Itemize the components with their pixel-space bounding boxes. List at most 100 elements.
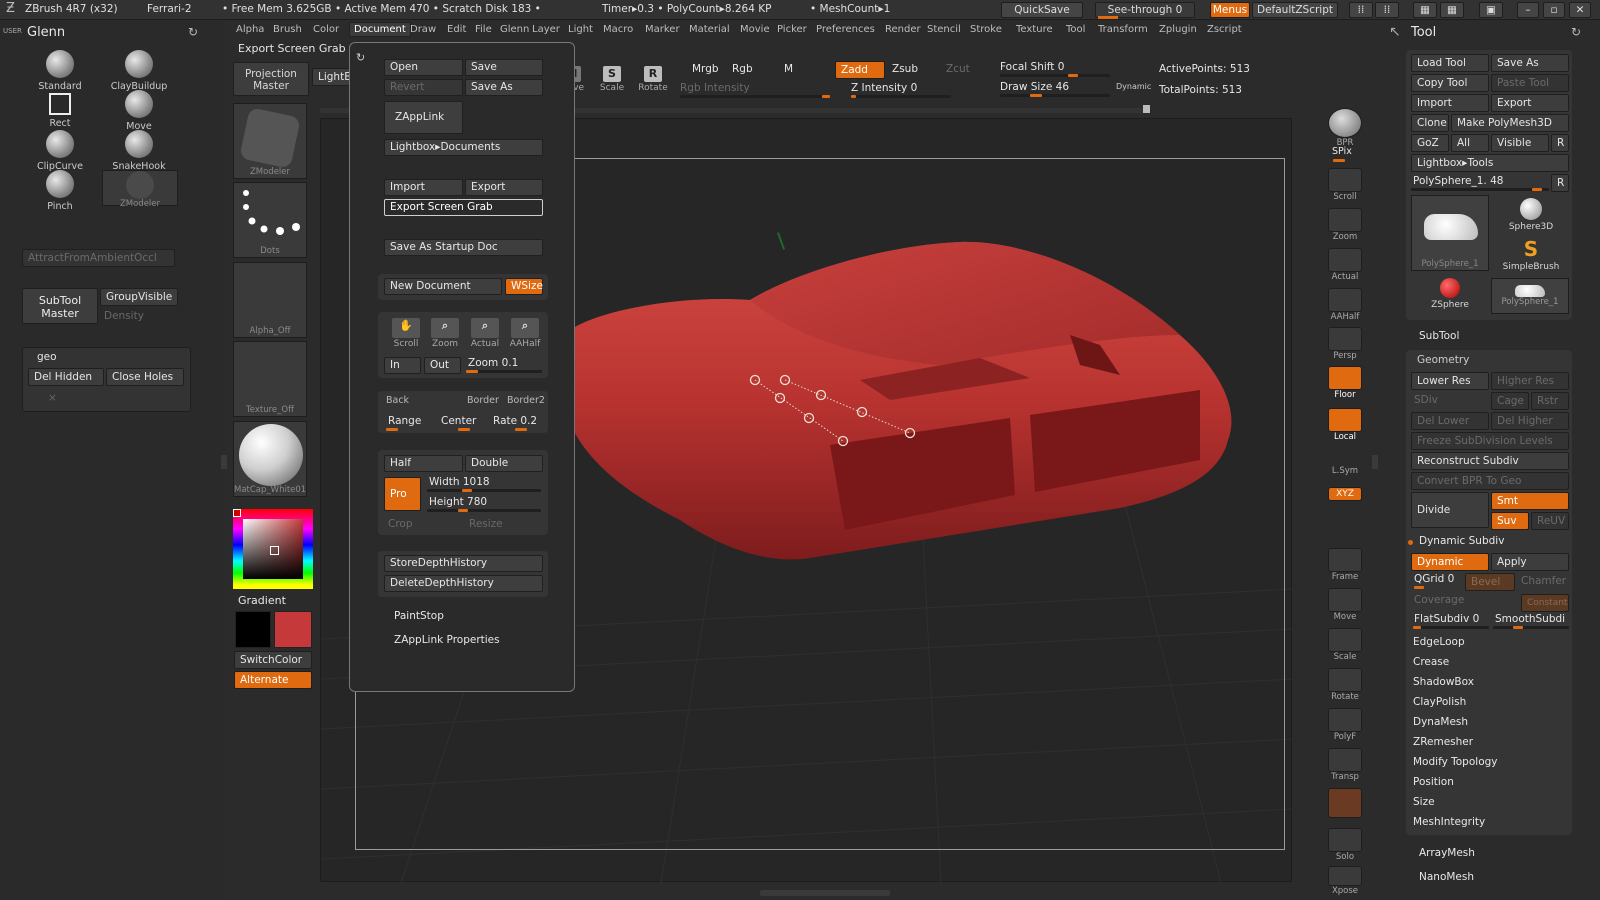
sdiv-slider[interactable]: SDiv	[1414, 394, 1438, 406]
zoom-in-button[interactable]: In	[384, 357, 421, 374]
clone-button[interactable]: Clone	[1411, 114, 1449, 132]
paintstop-menu[interactable]: PaintStop	[394, 610, 444, 622]
polysphere2-thumbnail[interactable]: PolySphere_1	[1491, 278, 1569, 314]
revert-button[interactable]: Revert	[384, 79, 463, 96]
claypolish-section[interactable]: ClayPolish	[1413, 696, 1466, 708]
zsub-button[interactable]: Zsub	[892, 63, 918, 75]
save-as-button[interactable]: Save As	[465, 79, 543, 96]
zsphere-thumbnail[interactable]: ZSphere	[1411, 278, 1489, 310]
double-button[interactable]: Double	[465, 455, 543, 472]
xpose-button[interactable]: Xpose	[1327, 866, 1363, 896]
zremesher-section[interactable]: ZRemesher	[1413, 736, 1473, 748]
secondary-color-swatch[interactable]	[235, 611, 271, 648]
alpha-thumbnail[interactable]: Alpha_Off	[233, 262, 307, 338]
zmodeler-thumbnail[interactable]: ZModeler	[233, 103, 307, 179]
save-as-startup-doc-button[interactable]: Save As Startup Doc	[384, 239, 543, 256]
higher-res-button[interactable]: Higher Res	[1491, 372, 1569, 390]
ferrari-model[interactable]	[560, 240, 1260, 580]
draw-size-slider[interactable]: Draw Size 46	[1000, 81, 1069, 93]
menus-button[interactable]: Menus	[1210, 2, 1250, 18]
constant-button[interactable]: Constant	[1521, 594, 1569, 612]
wsize-button[interactable]: WSize	[505, 278, 543, 295]
rotate-mode-button[interactable]: R Rotate	[638, 66, 668, 93]
crease-section[interactable]: Crease	[1413, 656, 1449, 668]
texture-thumbnail[interactable]: Texture_Off	[233, 341, 307, 417]
menu-material[interactable]: Material	[689, 24, 730, 35]
size-section[interactable]: Size	[1413, 796, 1435, 808]
brush-pinch[interactable]: Pinch	[22, 170, 98, 212]
crop-button[interactable]: Crop	[388, 518, 413, 530]
range-slider[interactable]: Range	[388, 415, 421, 427]
goz-visible-button[interactable]: Visible	[1491, 134, 1549, 152]
brush-claybuildup[interactable]: ClayBuildup	[101, 50, 177, 92]
default-zscript-button[interactable]: DefaultZScript	[1252, 2, 1338, 18]
brush-move[interactable]: Move	[101, 90, 177, 132]
menu-preferences[interactable]: Preferences	[816, 24, 875, 35]
dynamic-toggle[interactable]: Dynamic	[1116, 82, 1151, 91]
chamfer-button[interactable]: Chamfer	[1521, 575, 1566, 587]
delete-depth-history-button[interactable]: DeleteDepthHistory	[384, 575, 543, 592]
del-hidden-button[interactable]: Del Hidden	[28, 368, 104, 386]
lower-res-button[interactable]: Lower Res	[1411, 372, 1489, 390]
switch-color-button[interactable]: SwitchColor	[234, 651, 312, 669]
import-button[interactable]: Import	[384, 179, 463, 196]
close-small-icon[interactable]: ×	[48, 392, 57, 404]
z-intensity-slider[interactable]: Z Intensity 0	[851, 82, 917, 94]
half-button[interactable]: Half	[384, 455, 463, 472]
goz-button[interactable]: GoZ	[1411, 134, 1449, 152]
floor-button[interactable]: Floor	[1327, 366, 1363, 400]
del-higher-button[interactable]: Del Higher	[1491, 412, 1569, 430]
solo-button[interactable]: Solo	[1327, 828, 1363, 862]
local-button[interactable]: Local	[1327, 408, 1363, 442]
subtool-section[interactable]: SubTool	[1419, 330, 1459, 342]
border-label[interactable]: Border	[467, 395, 499, 406]
zadd-button[interactable]: Zadd	[835, 61, 885, 79]
dynamic-toggle-button[interactable]: Dynamic	[1411, 553, 1489, 571]
minimize-icon[interactable]: –	[1517, 2, 1539, 18]
expand-icon[interactable]: ⁞⁞	[1375, 2, 1399, 18]
menu-document[interactable]: Document	[349, 22, 411, 37]
attract-ambient-occl-button[interactable]: AttractFromAmbientOccl	[22, 249, 175, 267]
flatsubdiv-slider[interactable]: FlatSubdiv 0	[1414, 613, 1479, 625]
menu-glenn[interactable]: Glenn	[500, 24, 529, 35]
main-color-swatch[interactable]	[274, 611, 312, 648]
scale-mode-button[interactable]: S Scale	[597, 66, 627, 93]
matcap-thumbnail[interactable]: MatCap_White01	[233, 421, 307, 497]
menu-picker[interactable]: Picker	[777, 24, 807, 35]
paste-tool-button[interactable]: Paste Tool	[1491, 74, 1569, 92]
nanomesh-section[interactable]: NanoMesh	[1419, 871, 1474, 883]
lightbox-button[interactable]: LightBox	[312, 68, 364, 86]
smt-toggle[interactable]: Smt	[1491, 492, 1569, 510]
lsym-button[interactable]: L.Sym	[1327, 450, 1363, 476]
menu-draw[interactable]: Draw	[410, 24, 436, 35]
menu-brush[interactable]: Brush	[273, 24, 302, 35]
bpr-button[interactable]: BPR	[1327, 108, 1363, 148]
reconstruct-subdiv-button[interactable]: Reconstruct Subdiv	[1411, 452, 1569, 470]
reuv-button[interactable]: ReUV	[1531, 512, 1569, 530]
pro-button[interactable]: Pro	[384, 477, 421, 511]
doc-aahalf-button[interactable]: ⌕ AAHalf	[507, 318, 543, 349]
menu-tool[interactable]: Tool	[1066, 24, 1085, 35]
rs-move-button[interactable]: Move	[1327, 588, 1363, 622]
load-tool-button[interactable]: Load Tool	[1411, 54, 1489, 72]
arraymesh-section[interactable]: ArrayMesh	[1419, 847, 1475, 859]
export-screen-grab-button[interactable]: Export Screen Grab	[384, 199, 543, 216]
brush-clipcurve[interactable]: ClipCurve	[22, 130, 98, 172]
tool-r-button[interactable]: R	[1551, 174, 1569, 192]
doc-scroll-button[interactable]: ✋ Scroll	[388, 318, 424, 349]
menu-transform[interactable]: Transform	[1098, 24, 1148, 35]
quicksave-button[interactable]: QuickSave	[1001, 2, 1083, 18]
width-slider[interactable]: Width 1018	[429, 476, 490, 488]
divide-button[interactable]: Divide	[1411, 492, 1489, 528]
brush-snakehook[interactable]: SnakeHook	[101, 130, 177, 172]
doc-zoom-button[interactable]: ⌕ Zoom	[427, 318, 463, 349]
gradient-label[interactable]: Gradient	[238, 594, 286, 607]
border2-label[interactable]: Border2	[507, 395, 545, 406]
menu-macro[interactable]: Macro	[603, 24, 633, 35]
tool-save-as-button[interactable]: Save As	[1491, 54, 1569, 72]
left-tray-toggle[interactable]	[221, 455, 227, 469]
lightbox-tools-button[interactable]: Lightbox▸Tools	[1411, 154, 1569, 172]
color-picker[interactable]	[233, 509, 313, 589]
refresh-icon[interactable]: ↻	[188, 25, 198, 39]
brush-rect[interactable]: Rect	[22, 90, 98, 129]
